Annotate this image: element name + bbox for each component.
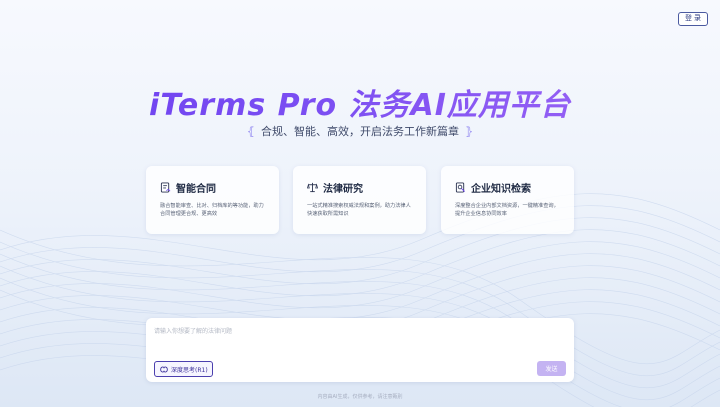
card-title: 企业知识检索 [471,184,531,195]
card-knowledge-search[interactable]: 企业知识检索 深度整合企业内部文档资源，一键精准查询，提升企业信息协同效率 [441,166,574,234]
card-description: 一站式精准搜索权威法规和案例，助力法律人快速获取所需知识 [307,203,411,217]
subtitle-left-mark: ⦃ [246,125,255,138]
deep-think-toggle[interactable]: 深度思考(R1) [154,361,213,377]
send-button[interactable]: 发送 [537,361,566,376]
contract-icon [160,182,171,193]
law-icon [307,182,318,193]
card-smart-contract[interactable]: 智能合同 融合智能审查、比对、归档库的等功能，助力合同管理更合规、更高效 [146,166,279,234]
subtitle-text: 合规、智能、高效，开启法务工作新篇章 [261,125,459,138]
card-title: 法律研究 [323,184,363,195]
brain-icon [160,366,168,372]
card-description: 深度整合企业内部文档资源，一键精准查询，提升企业信息协同效率 [455,203,559,217]
knowledge-icon [455,182,465,193]
subtitle-right-mark: ⦄ [465,125,474,138]
login-button[interactable]: 登 录 [678,12,708,26]
page-title: iTerms Pro 法务AI应用平台 [0,80,720,124]
card-legal-research[interactable]: 法律研究 一站式精准搜索权威法规和案例，助力法律人快速获取所需知识 [293,166,426,234]
card-description: 融合智能审查、比对、归档库的等功能，助力合同管理更合规、更高效 [160,203,264,217]
deep-think-label: 深度思考(R1) [171,366,208,374]
card-title: 智能合同 [176,184,216,195]
chat-input-panel: 深度思考(R1) 发送 [146,318,574,382]
question-input[interactable] [154,324,554,338]
disclaimer-text: 内容由AI生成，仅供参考，请注意甄别 [317,394,403,400]
page-subtitle: ⦃ 合规、智能、高效，开启法务工作新篇章 ⦄ [0,123,720,139]
